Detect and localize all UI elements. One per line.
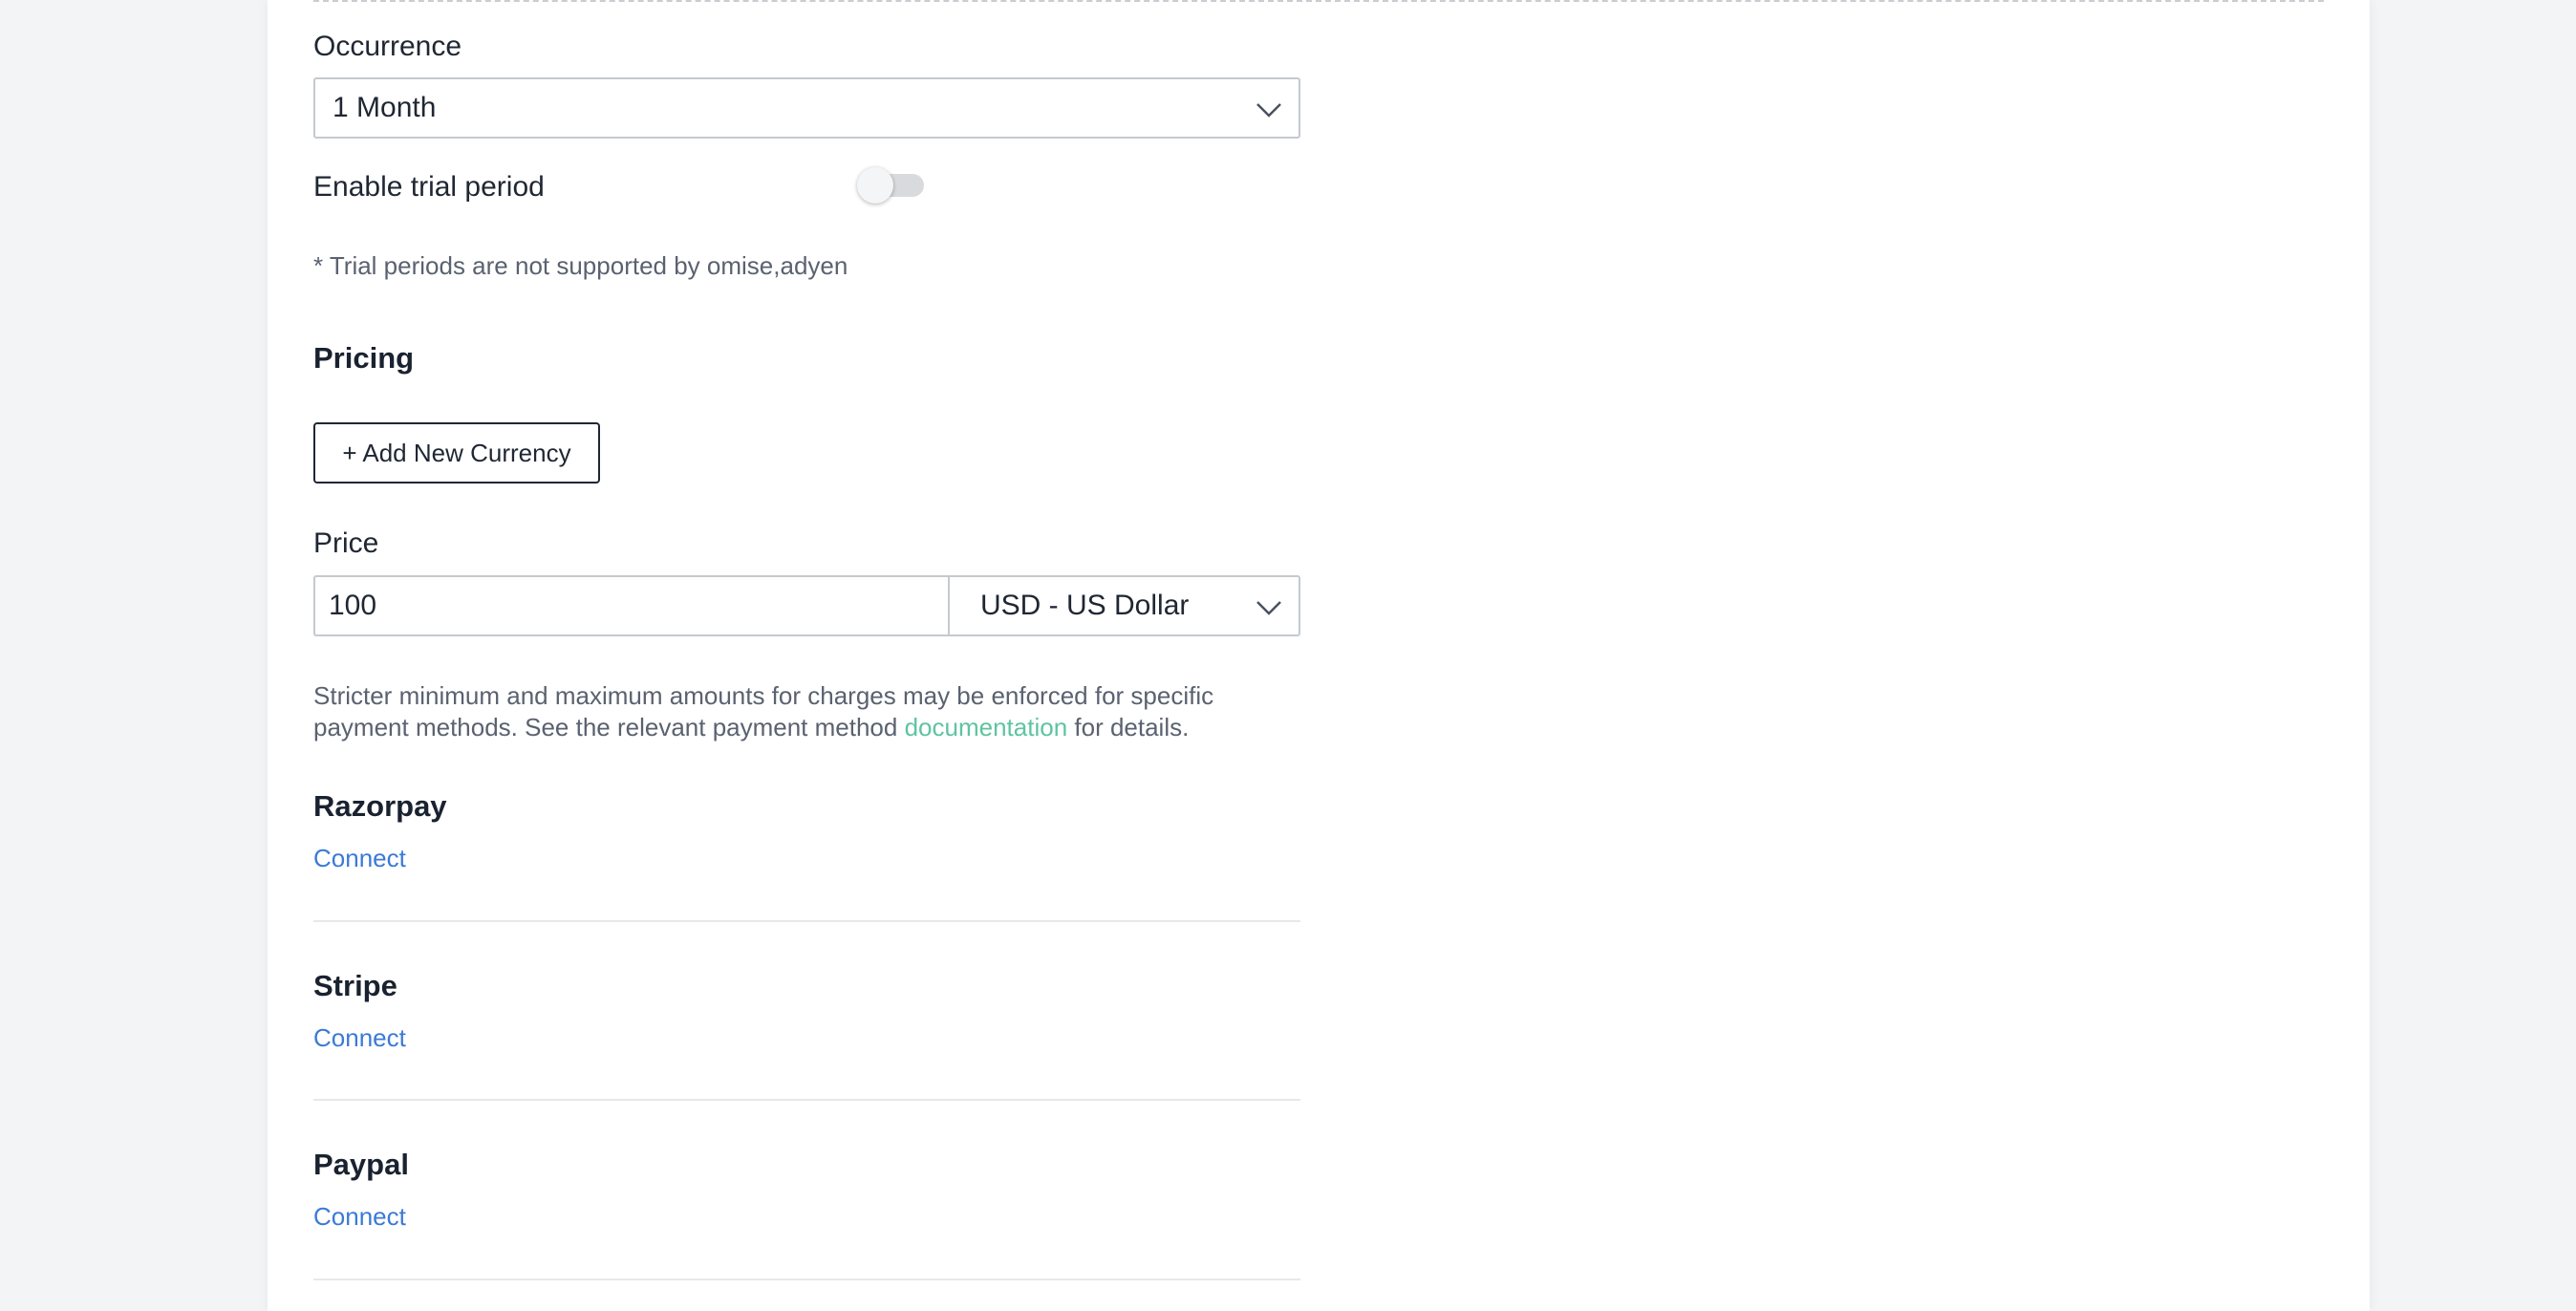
section-divider	[313, 0, 2324, 2]
toggle-knob	[857, 167, 893, 204]
razorpay-connect-link[interactable]: Connect	[313, 844, 406, 873]
stripe-connect-link[interactable]: Connect	[313, 1023, 406, 1053]
occurrence-select[interactable]: 1 Month	[313, 77, 1300, 139]
gateway-name-razorpay: Razorpay	[313, 789, 447, 823]
gateway-name-paypal: Paypal	[313, 1148, 409, 1181]
form-card	[268, 0, 2370, 1311]
chevron-down-icon	[1256, 103, 1281, 118]
trial-toggle[interactable]	[857, 167, 926, 204]
documentation-link[interactable]: documentation	[905, 713, 1068, 741]
add-new-currency-button[interactable]: + Add New Currency	[313, 422, 600, 484]
currency-select[interactable]: USD - US Dollar	[948, 575, 1300, 636]
occurrence-selected-value: 1 Month	[333, 92, 437, 123]
paypal-connect-link[interactable]: Connect	[313, 1202, 406, 1232]
gateway-divider	[313, 1279, 1300, 1280]
occurrence-label: Occurrence	[313, 31, 462, 62]
pricing-help-text: Stricter minimum and maximum amounts for…	[313, 680, 1269, 743]
price-label: Price	[313, 527, 379, 559]
price-input[interactable]	[313, 575, 950, 636]
pricing-heading: Pricing	[313, 341, 415, 375]
trial-label: Enable trial period	[313, 171, 545, 203]
gateway-divider	[313, 920, 1300, 922]
chevron-down-icon	[1256, 601, 1281, 615]
trial-note: * Trial periods are not supported by omi…	[313, 251, 848, 280]
gateway-name-stripe: Stripe	[313, 969, 397, 1002]
help-text-after: for details.	[1067, 713, 1190, 741]
currency-selected-value: USD - US Dollar	[980, 590, 1190, 621]
gateway-divider	[313, 1099, 1300, 1101]
